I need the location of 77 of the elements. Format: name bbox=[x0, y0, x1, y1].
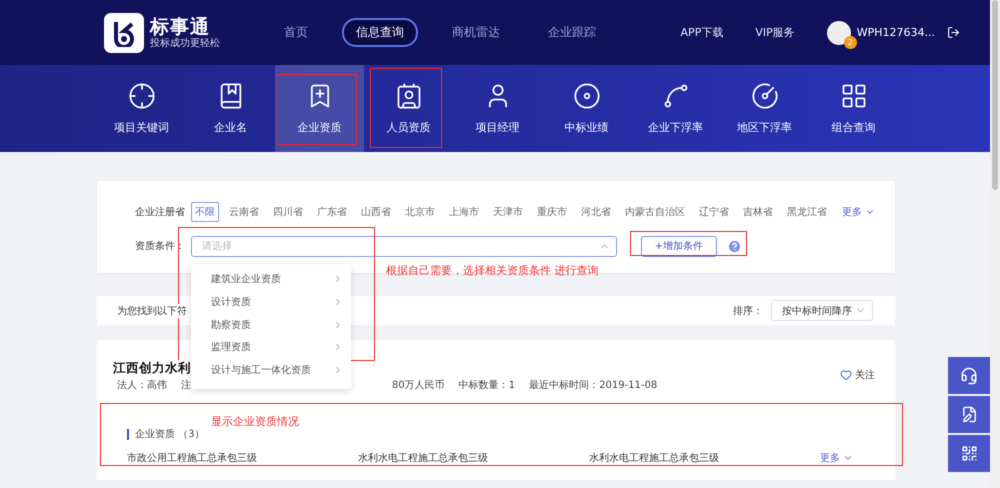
header-link[interactable]: VIP服务 bbox=[755, 25, 795, 40]
add-condition-button[interactable]: +增加条件 bbox=[641, 236, 717, 256]
category-tab[interactable]: 项目关键词 bbox=[97, 65, 186, 152]
sort-label: 排序： bbox=[733, 304, 763, 318]
logo-name: 标事通 bbox=[150, 16, 211, 38]
annotation-note: 根据自己需要，选择相关资质条件 进行查询 bbox=[386, 263, 598, 278]
gauge-icon bbox=[750, 82, 778, 110]
help-icon[interactable] bbox=[727, 238, 742, 254]
category-tab[interactable]: 企业资质 bbox=[275, 65, 364, 152]
qualification-item: 水利水电工程施工总承包三级 bbox=[589, 452, 720, 465]
company-meta: 法人：高伟 bbox=[117, 378, 167, 392]
company-name[interactable]: 江西创力水利 bbox=[113, 360, 192, 376]
province-option[interactable]: 天津市 bbox=[489, 202, 527, 222]
follow-button[interactable]: 关注 bbox=[840, 368, 875, 382]
curve-icon bbox=[662, 82, 690, 110]
province-option[interactable]: 河北省 bbox=[577, 202, 615, 222]
province-label: 企业注册省 bbox=[135, 206, 186, 219]
province-option[interactable]: 重庆市 bbox=[533, 202, 571, 222]
category-tab[interactable]: 企业名 bbox=[186, 65, 275, 152]
qualification-title: 企业资质 （3） bbox=[127, 429, 205, 440]
category-tab[interactable]: 企业下浮率 bbox=[631, 65, 720, 152]
category-tab[interactable]: 项目经理 bbox=[453, 65, 542, 152]
province-option[interactable]: 上海市 bbox=[445, 202, 483, 222]
company-meta: 80万人民币 bbox=[392, 378, 445, 392]
nav-tab[interactable]: 企业跟踪 bbox=[534, 18, 610, 47]
province-option[interactable]: 北京市 bbox=[401, 202, 439, 222]
user-name[interactable]: WPH127634... bbox=[856, 26, 935, 39]
nav-tab[interactable]: 首页 bbox=[270, 18, 322, 47]
nav-tab[interactable]: 商机雷达 bbox=[438, 18, 514, 47]
company-meta: 中标数量：1 bbox=[458, 378, 516, 392]
category-tab[interactable]: 组合查询 bbox=[809, 65, 898, 152]
more-link[interactable]: 更多 bbox=[842, 205, 875, 219]
province-option[interactable]: 广东省 bbox=[313, 202, 351, 222]
dropdown-option[interactable]: 监理资质 bbox=[191, 336, 351, 359]
nav-tab[interactable]: 信息查询 bbox=[342, 18, 418, 47]
more-link[interactable]: 更多 bbox=[820, 451, 853, 465]
feedback-button[interactable] bbox=[948, 396, 990, 433]
qr-code-button[interactable] bbox=[948, 435, 990, 472]
province-option[interactable]: 云南省 bbox=[225, 202, 263, 222]
header-link[interactable]: APP下载 bbox=[680, 25, 724, 40]
category-tab[interactable]: 中标业绩 bbox=[542, 65, 631, 152]
qualification-label: 资质条件： bbox=[135, 240, 186, 253]
scrollbar-thumb[interactable] bbox=[992, 0, 998, 190]
qr-code-icon bbox=[960, 445, 978, 462]
province-option[interactable]: 内蒙古自治区 bbox=[621, 202, 689, 222]
qualification-item: 市政公用工程施工总承包三级 bbox=[127, 452, 258, 465]
dropdown-option[interactable]: 建筑业企业资质 bbox=[191, 268, 351, 291]
logo-icon bbox=[104, 12, 144, 52]
company-meta: 注 bbox=[181, 378, 191, 392]
avatar[interactable] bbox=[826, 20, 851, 44]
province-option[interactable]: 吉林省 bbox=[739, 202, 777, 222]
dropdown-option[interactable]: 设计与施工一体化资质 bbox=[191, 358, 351, 382]
disc-icon bbox=[572, 82, 600, 110]
grid-search-icon bbox=[840, 82, 868, 110]
dropdown-option[interactable]: 设计资质 bbox=[191, 290, 351, 314]
scrollbar[interactable] bbox=[990, 0, 1000, 488]
province-option[interactable]: 山西省 bbox=[357, 202, 395, 222]
province-option[interactable]: 不限 bbox=[191, 202, 219, 222]
dropdown-option[interactable]: 勘察资质 bbox=[191, 313, 351, 336]
sort-select[interactable]: 按中标时间降序 bbox=[771, 300, 873, 321]
annotation-note: 显示企业资质情况 bbox=[211, 414, 299, 429]
category-tab[interactable]: 人员资质 bbox=[364, 65, 453, 152]
heart-icon bbox=[840, 369, 852, 381]
qualification-item: 水利水电工程施工总承包三级 bbox=[358, 452, 489, 465]
category-tab[interactable]: 地区下浮率 bbox=[720, 65, 809, 152]
logout-icon[interactable] bbox=[947, 26, 960, 39]
target-icon bbox=[128, 82, 156, 110]
edit-document-icon bbox=[960, 406, 978, 423]
headset-icon bbox=[960, 366, 978, 384]
id-card-icon bbox=[394, 82, 422, 110]
province-option[interactable]: 四川省 bbox=[269, 202, 307, 222]
headset-button[interactable] bbox=[948, 357, 990, 394]
province-option[interactable]: 黑龙江省 bbox=[783, 202, 831, 222]
company-meta: 最近中标时间：2019-11-08 bbox=[529, 378, 658, 392]
province-option[interactable]: 辽宁省 bbox=[695, 202, 733, 222]
logo-slogan: 投标成功更轻松 bbox=[150, 38, 220, 50]
results-summary: 为您找到以下符 bbox=[117, 304, 187, 318]
